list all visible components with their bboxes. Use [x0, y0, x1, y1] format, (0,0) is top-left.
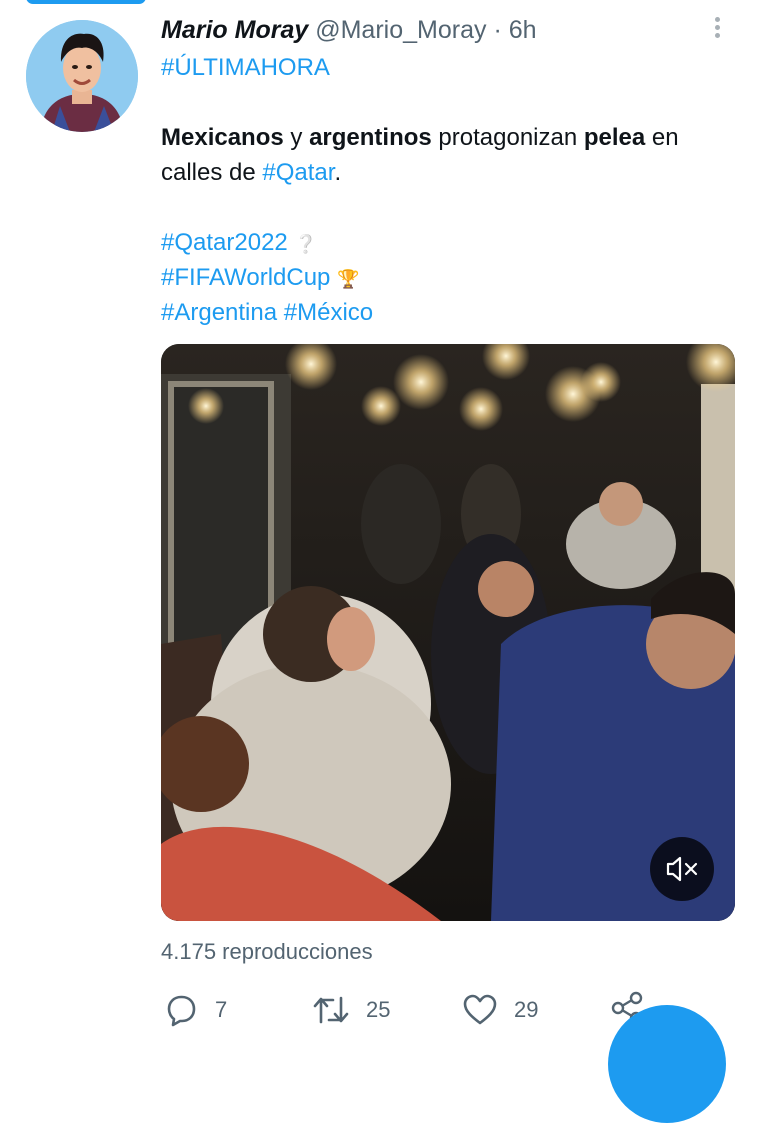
timestamp[interactable]: 6h: [509, 16, 537, 44]
text-segment: y: [283, 124, 310, 151]
more-vertical-icon[interactable]: [707, 14, 727, 44]
hashtag-qatar[interactable]: #Qatar: [262, 159, 334, 186]
hashtag-mexico[interactable]: #México: [284, 299, 373, 326]
avatar-image: [26, 20, 138, 132]
text-segment: .: [334, 159, 342, 186]
tweet-text: #ÚLTIMAHORA Mexicanos y argentinos prota…: [161, 50, 741, 330]
text-line-main: Mexicanos y argentinos protagonizan pele…: [161, 120, 741, 155]
reply-action[interactable]: 7: [163, 992, 227, 1028]
tweet-header: Mario Moray @Mario_Moray · 6h: [161, 15, 537, 45]
header-separator: ·: [493, 16, 502, 44]
mute-button[interactable]: [650, 837, 714, 901]
question-emoji: ❔: [294, 234, 317, 254]
reply-icon: [167, 995, 196, 1027]
like-count: 29: [514, 997, 539, 1022]
hashtag-ultimahora[interactable]: #ÚLTIMAHORA: [161, 54, 330, 81]
view-count: 4.175 reproducciones: [161, 939, 373, 964]
tweet-video[interactable]: [161, 344, 735, 921]
retweet-icon: [313, 996, 349, 1024]
reply-count: 7: [215, 997, 228, 1022]
speaker-muted-icon: [666, 856, 698, 882]
author-handle[interactable]: @Mario_Moray: [315, 16, 486, 44]
compose-fab[interactable]: [608, 1005, 726, 1123]
hashtag-fifaworldcup[interactable]: #FIFAWorldCup: [161, 264, 330, 291]
text-segment: protagonizan: [431, 124, 584, 151]
top-bar-indicator: [26, 0, 146, 4]
text-segment: argentinos: [309, 124, 432, 151]
avatar[interactable]: [26, 20, 138, 132]
text-segment: pelea: [583, 124, 646, 151]
trophy-emoji: 🏆: [337, 269, 360, 289]
author-name[interactable]: Mario Moray: [161, 16, 308, 44]
text-segment: en: [645, 124, 679, 151]
retweet-count: 25: [366, 997, 391, 1022]
retweet-action[interactable]: 25: [312, 992, 390, 1028]
video-frame: [161, 344, 735, 921]
hashtag-argentina[interactable]: #Argentina: [161, 299, 277, 326]
hashtag-qatar2022[interactable]: #Qatar2022: [161, 229, 288, 256]
text-segment: Mexicanos: [161, 124, 284, 151]
like-action[interactable]: 29: [462, 992, 538, 1028]
text-line-calles: calles de #Qatar.: [161, 155, 741, 190]
heart-icon: [463, 994, 497, 1025]
text-segment: calles de: [161, 159, 263, 186]
